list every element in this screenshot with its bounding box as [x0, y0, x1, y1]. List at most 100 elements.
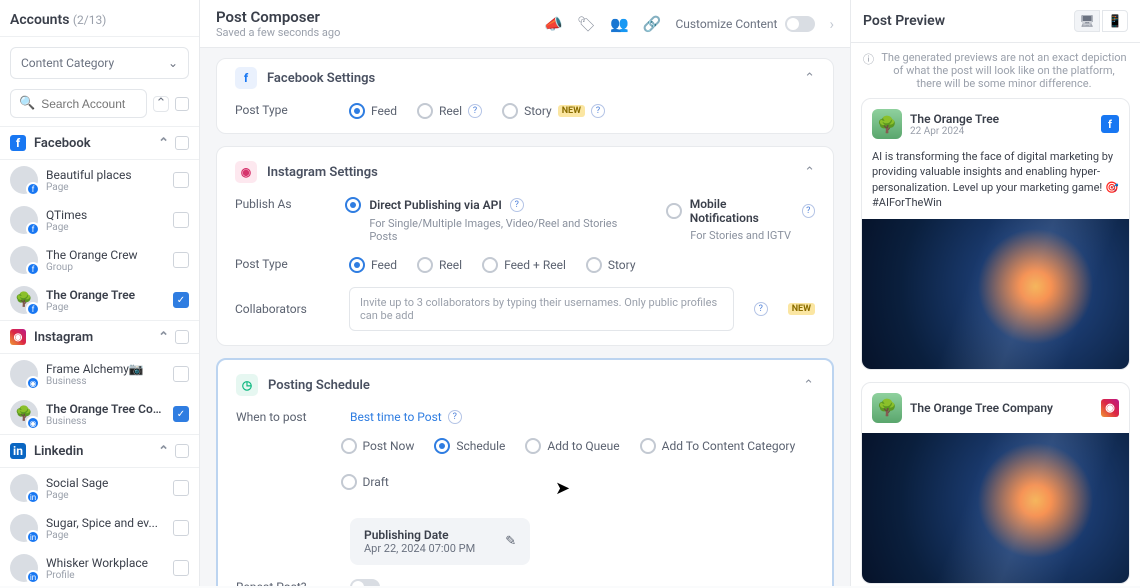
ig-post-type-reel[interactable]: Reel	[417, 257, 462, 273]
account-item[interactable]: inSugar, Spice and ev...Page	[0, 508, 199, 548]
network-header[interactable]: ◉Instagram⌃	[0, 320, 199, 354]
schedule-option[interactable]: Draft	[341, 474, 389, 490]
account-checkbox[interactable]	[173, 480, 189, 496]
edit-icon[interactable]: ✎	[505, 534, 516, 549]
ig-post-type-story[interactable]: Story	[586, 257, 636, 273]
network-icon: in	[10, 443, 26, 459]
account-checkbox[interactable]	[173, 212, 189, 228]
ig-publish-mobile-option[interactable]: Mobile Notifications? For Stories and IG…	[666, 197, 815, 243]
network-header[interactable]: fFacebook⌃	[0, 126, 199, 160]
link-icon[interactable]: 🔗	[643, 15, 662, 33]
account-type: Page	[46, 490, 165, 501]
post-network-icon: f	[1101, 115, 1119, 133]
people-icon[interactable]: 👥	[610, 15, 629, 33]
schedule-option[interactable]: Add to Queue	[525, 438, 619, 454]
account-item[interactable]: f Beautiful placesPage	[0, 160, 199, 200]
schedule-options-group: Post Now Schedule Add to Queue Add To Conte…	[341, 438, 814, 490]
ig-post-type-feedreel[interactable]: Feed + Reel	[482, 257, 566, 273]
account-type: Page	[46, 182, 165, 193]
account-checkbox[interactable]	[173, 366, 189, 382]
account-checkbox[interactable]: ✓	[173, 292, 189, 308]
chevron-up-icon: ⌃	[158, 136, 169, 151]
collapse-sched-icon[interactable]: ⌃	[803, 378, 814, 393]
mobile-preview-button[interactable]: 📱	[1102, 10, 1128, 32]
ig-publish-api-option[interactable]: Direct Publishing via API? For Single/Mu…	[345, 197, 636, 243]
post-avatar: 🌳	[872, 393, 902, 423]
best-time-to-post-link[interactable]: Best time to Post?	[350, 410, 462, 424]
account-name: The Orange Tree Com...	[46, 402, 165, 416]
search-input[interactable]	[41, 97, 138, 111]
account-name: Sugar, Spice and ev...	[46, 516, 165, 530]
help-icon[interactable]: ?	[468, 104, 482, 118]
avatar: f	[10, 206, 38, 234]
chevron-up-icon: ⌃	[158, 330, 169, 345]
account-item[interactable]: 🌳fThe Orange TreePage✓	[0, 280, 199, 320]
account-item[interactable]: fThe Orange CrewGroup	[0, 240, 199, 280]
avatar: in	[10, 514, 38, 542]
account-checkbox[interactable]: ✓	[173, 406, 189, 422]
help-icon[interactable]: ?	[448, 410, 462, 424]
avatar: 🌳f	[10, 286, 38, 314]
ig-collaborators-input[interactable]: Invite up to 3 collaborators by typing t…	[349, 287, 734, 331]
account-checkbox[interactable]	[173, 560, 189, 576]
account-name: Beautiful places	[46, 168, 165, 182]
account-checkbox[interactable]	[173, 252, 189, 268]
avatar: f	[10, 166, 38, 194]
account-name: Whisker Workplace	[46, 556, 165, 570]
fb-post-type-feed[interactable]: Feed	[349, 103, 397, 119]
account-item[interactable]: inWhisker WorkplaceProfile	[0, 548, 199, 588]
new-badge: NEW	[788, 303, 815, 315]
fb-post-type-group: Feed Reel? StoryNEW?	[349, 103, 605, 119]
help-icon[interactable]: ?	[591, 104, 605, 118]
account-checkbox[interactable]	[173, 172, 189, 188]
schedule-option[interactable]: Add To Content Category	[640, 438, 796, 454]
avatar: in	[10, 554, 38, 582]
tag-icon[interactable]: 🏷	[577, 15, 596, 33]
ig-post-type-feed[interactable]: Feed	[349, 257, 397, 273]
post-author: The Orange Tree Company	[910, 401, 1053, 415]
collapse-fb-icon[interactable]: ⌃	[804, 71, 815, 86]
account-type: Page	[46, 222, 165, 233]
account-item[interactable]: fQTimesPage	[0, 200, 199, 240]
network-checkbox[interactable]	[175, 444, 189, 458]
publishing-date-box[interactable]: Publishing Date Apr 22, 2024 07:00 PM ✎	[350, 518, 530, 565]
account-name: The Orange Tree	[46, 288, 165, 302]
account-item[interactable]: inSocial SagePage	[0, 468, 199, 508]
posting-schedule-card: ◷Posting Schedule ⌃ When to post Best ti…	[216, 358, 834, 586]
help-icon[interactable]: ?	[802, 204, 815, 218]
help-icon[interactable]: ?	[510, 198, 524, 212]
repeat-post-toggle[interactable]	[350, 579, 380, 586]
collapse-ig-icon[interactable]: ⌃	[804, 165, 815, 180]
fb-post-type-story[interactable]: StoryNEW?	[502, 103, 605, 119]
accounts-panel: Accounts (2/13) Content Category ⌄ 🔍 ⌃ f…	[0, 0, 200, 586]
schedule-option[interactable]: Schedule	[434, 438, 505, 454]
preview-post: 🌳 The Orange Tree Company ◉	[861, 382, 1130, 584]
megaphone-icon[interactable]: 📣	[544, 15, 563, 33]
preview-feed: 🌳The Orange Tree22 Apr 2024fAI is transf…	[851, 98, 1140, 586]
account-name: The Orange Crew	[46, 248, 165, 262]
account-item[interactable]: ◉Frame Alchemy📷Business	[0, 354, 199, 394]
collapse-search-button[interactable]: ⌃	[153, 96, 169, 112]
post-network-icon: ◉	[1101, 399, 1119, 417]
fb-post-type-reel[interactable]: Reel?	[417, 103, 482, 119]
select-all-checkbox[interactable]	[175, 97, 189, 111]
schedule-option[interactable]: Post Now	[341, 438, 415, 454]
account-item[interactable]: 🌳◉The Orange Tree Com...Business✓	[0, 394, 199, 434]
composer-panel: Post Composer Saved a few seconds ago 📣 …	[200, 0, 850, 586]
next-icon[interactable]: ›	[829, 15, 834, 33]
preview-post: 🌳The Orange Tree22 Apr 2024fAI is transf…	[861, 98, 1130, 370]
account-name: Frame Alchemy📷	[46, 362, 165, 376]
network-header[interactable]: inLinkedin⌃	[0, 434, 199, 468]
info-icon: ⓘ	[863, 51, 874, 90]
network-checkbox[interactable]	[175, 330, 189, 344]
network-icon: f	[10, 135, 26, 151]
desktop-preview-button[interactable]: 🖥	[1074, 10, 1100, 32]
customize-content-toggle[interactable]	[785, 16, 815, 32]
publishing-date-value: Apr 22, 2024 07:00 PM	[364, 542, 475, 555]
search-box[interactable]: 🔍	[10, 89, 147, 118]
repeat-post-label: Repeat Post?	[236, 580, 336, 586]
account-checkbox[interactable]	[173, 520, 189, 536]
content-category-select[interactable]: Content Category ⌄	[10, 47, 189, 79]
help-icon[interactable]: ?	[754, 302, 768, 316]
network-checkbox[interactable]	[175, 136, 189, 150]
